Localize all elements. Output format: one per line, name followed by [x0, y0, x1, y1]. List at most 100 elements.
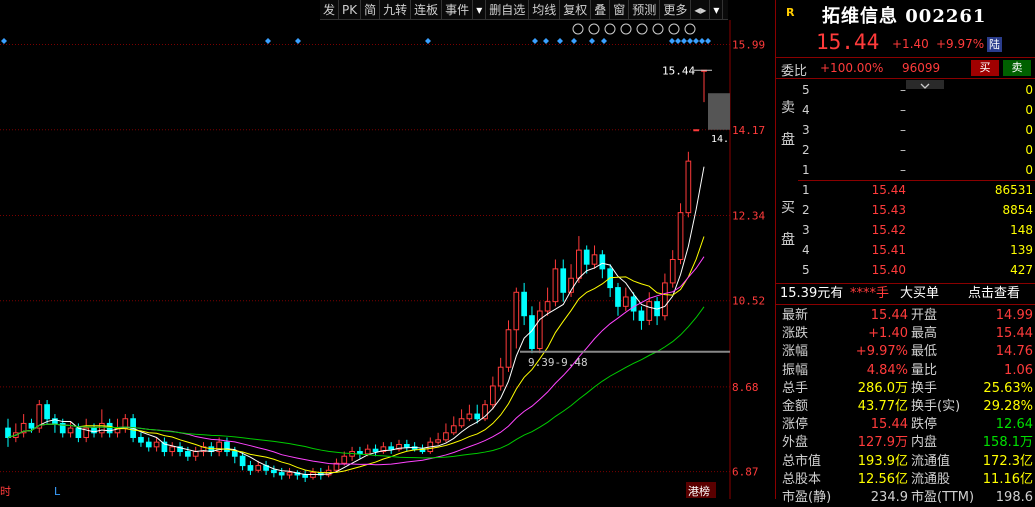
candle-body: [153, 441, 160, 448]
stat-label: 金额: [782, 398, 809, 414]
toolbar-item-2[interactable]: 简: [361, 0, 381, 19]
price-row: 15.44 +1.40 +9.97% 陆: [776, 30, 1035, 56]
stat-row: 总股本 12.56亿 流通股 11.16亿: [776, 471, 1035, 489]
link-icon[interactable]: [652, 23, 664, 35]
candle-body: [278, 472, 285, 476]
asks-row[interactable]: 1–0: [798, 160, 1035, 180]
candle-body: [271, 469, 277, 474]
asks-row[interactable]: 5–0: [798, 80, 1035, 100]
stats-table: 最新 15.44 开盘 14.99 涨跌 +1.40 最高 15.44 涨幅 +9.97% 最低 14…: [776, 307, 1035, 507]
bid-book: 买 盘 1 15.44 86531 2 15.43 8854 3 15.42 148 4 15.41…: [776, 180, 1035, 280]
candle-body: [450, 425, 457, 434]
ma-line-10: [7, 236, 705, 474]
candle-body: [5, 427, 11, 438]
candle-body: [255, 465, 262, 471]
event-marker-icon: [571, 38, 577, 44]
gap-annotation: 9.39-9.48: [528, 356, 588, 369]
toolbar-item-11[interactable]: 窗: [610, 0, 630, 19]
candle-body: [677, 212, 684, 261]
asks-volume: 0: [1025, 83, 1033, 97]
view-link[interactable]: 点击查看: [968, 284, 1020, 304]
settings-icon[interactable]: [588, 23, 600, 35]
toolbar-item-3[interactable]: 九转: [380, 0, 412, 19]
asks-volume: 0: [1025, 103, 1033, 117]
candle-body: [591, 254, 598, 265]
event-marker-icon: [705, 38, 711, 44]
quote-panel: R 拓维信息 002261 15.44 +1.40 +9.97% 陆 委比 +1…: [775, 0, 1035, 505]
big-order-bar[interactable]: 15.39元有 ****手 大买单 点击查看: [776, 283, 1035, 305]
candle-body: [302, 474, 309, 478]
buy-char-2: 盘: [781, 232, 795, 248]
toolbar-item-14[interactable]: ◂▸: [691, 0, 711, 19]
candle-body: [388, 446, 395, 450]
stat-value: 29.28%: [983, 398, 1033, 414]
price-change-pct: +9.97%: [936, 37, 985, 51]
kline-chart[interactable]: 15.99 14.17 12.34 10.52 8.68 6.87 9.39-9.48 15.…: [0, 20, 772, 499]
stat-label: 市盈(TTM): [911, 489, 975, 505]
toolbar-item-0[interactable]: 发: [320, 0, 340, 19]
toolbar-item-12[interactable]: 预测: [629, 0, 661, 19]
toolbar-item-6[interactable]: ▾: [473, 0, 487, 19]
stat-value: 234.9: [870, 489, 908, 505]
candle-body: [192, 451, 199, 457]
big-order-type: 大买单: [900, 286, 940, 301]
bids-row[interactable]: 5 15.40 427: [798, 260, 1035, 280]
candle-body: [247, 465, 254, 471]
asks-row[interactable]: 2–0: [798, 140, 1035, 160]
bids-price: 15.43: [871, 203, 906, 217]
toolbar-item-5[interactable]: 事件: [442, 0, 474, 19]
toolbar-item-10[interactable]: 叠: [591, 0, 611, 19]
bids-row[interactable]: 3 15.42 148: [798, 220, 1035, 240]
sell-button[interactable]: 卖: [1003, 60, 1031, 76]
play-icon[interactable]: [604, 23, 616, 35]
stat-value: 193.9亿: [857, 453, 908, 469]
candle-body: [28, 422, 35, 429]
bids-price: 15.41: [871, 243, 906, 257]
asks-row[interactable]: 3–0: [798, 120, 1035, 140]
toolbar-item-4[interactable]: 连板: [411, 0, 443, 19]
stat-value: 198.6: [995, 489, 1033, 505]
candle-body: [138, 436, 144, 443]
candle-body: [630, 296, 637, 312]
bids-row[interactable]: 1 15.44 86531: [798, 180, 1035, 200]
toolbar-item-15[interactable]: ▾: [710, 0, 724, 19]
stat-value: 15.44: [995, 326, 1033, 342]
candle-body: [646, 301, 653, 321]
stat-row: 市盈(静) 234.9 市盈(TTM) 198.6: [776, 489, 1035, 507]
toolbar-item-7[interactable]: 删自选: [486, 0, 530, 19]
draw-icon[interactable]: [620, 23, 632, 35]
scissors-icon[interactable]: [636, 23, 648, 35]
candle-body: [669, 259, 676, 284]
candle-body: [443, 432, 449, 441]
toolbar-item-9[interactable]: 复权: [560, 0, 592, 19]
buy-button[interactable]: 买: [971, 60, 999, 76]
sell-char-2: 盘: [781, 132, 795, 148]
stat-row: 总手 286.0万 换手 25.63%: [776, 380, 1035, 398]
bids-row[interactable]: 2 15.43 8854: [798, 200, 1035, 220]
eye-icon[interactable]: [572, 23, 584, 35]
toolbar-item-13[interactable]: 更多: [660, 0, 692, 19]
kline-svg[interactable]: 15.99 14.17 12.34 10.52 8.68 6.87 9.39-9.48 15.…: [0, 20, 772, 499]
candle-body: [536, 310, 543, 349]
price-change: +1.40: [892, 37, 929, 51]
zoom-out-icon[interactable]: [684, 23, 696, 35]
event-marker-icon: [557, 38, 563, 44]
bids-row[interactable]: 4 15.41 139: [798, 240, 1035, 260]
bottom-left-label: 时: [0, 485, 11, 498]
event-marker-icon: [265, 38, 271, 44]
weibi-row: 委比 +100.00% 96099 买 卖: [776, 57, 1035, 79]
price-axis-label: 6.87: [732, 466, 759, 479]
stock-header: R 拓维信息 002261: [776, 0, 1035, 28]
stat-label: 换手: [911, 380, 938, 396]
market-badge[interactable]: 陆: [987, 37, 1002, 52]
asks-row[interactable]: 4–0: [798, 100, 1035, 120]
candle-body: [67, 427, 74, 434]
zoom-in-icon[interactable]: [668, 23, 680, 35]
toolbar-item-1[interactable]: PK: [339, 0, 362, 19]
event-marker-icon: [681, 38, 687, 44]
stat-value: 127.9万: [857, 435, 908, 451]
candle-body: [435, 439, 441, 443]
toolbar-item-8[interactable]: 均线: [529, 0, 561, 19]
price-axis-label: 14.17: [732, 124, 765, 137]
candle-body: [239, 455, 246, 467]
